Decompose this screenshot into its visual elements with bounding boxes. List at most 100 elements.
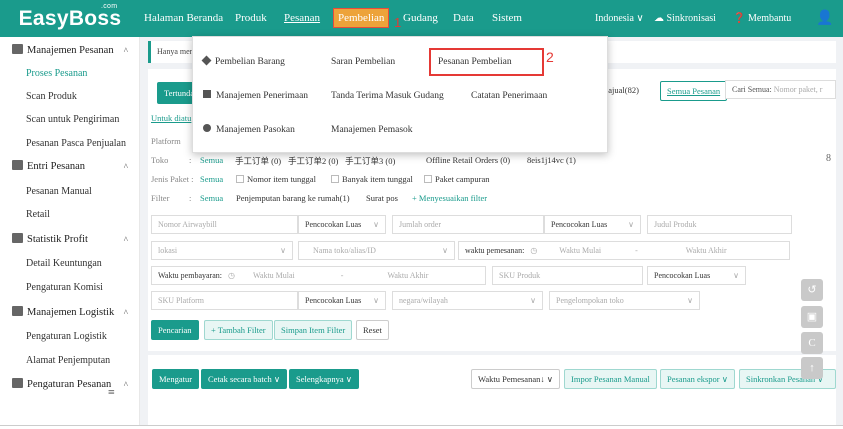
user-icon[interactable]: 👤 (816, 0, 833, 37)
search-input[interactable]: Nomor paket, r (774, 85, 823, 94)
sidebar-item-logistics-settings[interactable]: Pengaturan Logistik (0, 326, 140, 348)
sidebar-item-retail[interactable]: Retail (0, 204, 140, 226)
match-select-value: Pencocokan Luas (305, 296, 362, 305)
store-name-select[interactable]: Nama toko/alias/ID ∨ (298, 241, 455, 260)
search-button[interactable]: Pencarian (151, 320, 199, 340)
nav-product[interactable]: Produk (235, 0, 267, 37)
sidebar-item-commission[interactable]: Pengaturan Komisi (0, 277, 140, 299)
sku-platform-input[interactable]: SKU Platform (151, 291, 298, 310)
order-count-input[interactable]: Jumlah order (392, 215, 544, 234)
expand-icon[interactable]: 8 (826, 153, 831, 164)
end-time[interactable]: Waktu Akhir (686, 246, 727, 255)
store-group-select[interactable]: Pengelompokan toko ∨ (549, 291, 700, 310)
sidebar-group-label: Pengaturan Pesanan (27, 379, 112, 390)
store-option-2[interactable]: 手工订单2 (0) (288, 155, 338, 167)
country-select[interactable]: negara/wilayah ∨ (392, 291, 543, 310)
sidebar-item-pickup-address[interactable]: Alamat Penjemputan (0, 350, 140, 372)
match-select[interactable]: Pencocokan Luas ∨ (544, 215, 641, 234)
sidebar-group-order-entry[interactable]: Entri Pesanan ^ (0, 155, 140, 179)
store-option-1[interactable]: 手工订单 (0) (235, 155, 281, 167)
checkbox[interactable] (424, 175, 432, 183)
export-orders-button[interactable]: Pesanan ekspor ∨ (660, 369, 735, 389)
filter-postal[interactable]: Surat pos (366, 193, 398, 203)
menu-item-purchase-order[interactable]: Pesanan Pembelian (438, 52, 512, 72)
menu-item-receiving-records[interactable]: Catatan Penerimaan (471, 86, 547, 106)
filter-pickup[interactable]: Penjemputan barang ke rumah(1) (236, 193, 350, 203)
menu-item-receiving[interactable]: Manajemen Penerimaan (203, 86, 308, 106)
start-time[interactable]: Waktu Mulai (253, 271, 295, 280)
nav-warehouse[interactable]: Gudang (403, 0, 438, 37)
sku-product-input[interactable]: SKU Produk (492, 266, 643, 285)
order-time-range[interactable]: waktu pemesanan: ◷ Waktu Mulai - Waktu A… (458, 241, 790, 260)
easyboss-logo[interactable]: EasyBoss .com (0, 0, 140, 37)
nav-system[interactable]: Sistem (492, 0, 522, 37)
package-multi-item[interactable]: Banyak item tunggal (323, 174, 413, 184)
nav-data[interactable]: Data (453, 0, 474, 37)
sub-tab-link[interactable]: Untuk diatu (151, 113, 191, 123)
help-button[interactable]: ❓ Membantu (733, 0, 791, 37)
sync-button[interactable]: ☁ Sinkronisasi (654, 0, 716, 37)
sidebar-item-after-sales[interactable]: Pesanan Pasca Penjualan (0, 133, 140, 155)
menu-item-warehouse-receipt[interactable]: Tanda Terima Masuk Gudang (331, 86, 444, 106)
nav-home[interactable]: Halaman Beranda (144, 0, 223, 37)
save-filter-button[interactable]: Simpan Item Filter (274, 320, 353, 340)
package-mixed[interactable]: Paket campuran (416, 174, 490, 184)
nav-orders[interactable]: Pesanan (284, 0, 320, 37)
package-single-item[interactable]: Nomor item tunggal (228, 174, 316, 184)
chevron-down-icon: ∨ (687, 296, 693, 305)
menu-item-supplier[interactable]: Manajemen Pemasok (331, 120, 413, 140)
match-select[interactable]: Pencocokan Luas ∨ (647, 266, 746, 285)
product-title-input[interactable]: Judul Produk (647, 215, 792, 234)
menu-collapse-icon[interactable]: ≡ (108, 385, 120, 399)
batch-print-button[interactable]: Cetak secara batch ∨ (201, 369, 288, 389)
import-manual-order-button[interactable]: Impor Pesanan Manual (564, 369, 657, 389)
search-field[interactable]: Cari Semua: Nomor paket, r (725, 80, 836, 99)
back-to-top-icon[interactable]: ↑ (801, 357, 823, 379)
end-time[interactable]: Waktu Akhir (387, 271, 428, 280)
package-label: Jenis Paket : (151, 174, 194, 184)
settings-icon (12, 378, 23, 388)
customer-service-icon[interactable]: C (801, 332, 823, 354)
sidebar-group-profit-stats[interactable]: Statistik Profit ^ (0, 228, 140, 252)
nav-purchase[interactable]: Pembelian (333, 8, 390, 28)
store-all[interactable]: Semua (200, 155, 223, 165)
store-option-5[interactable]: 8eis1j14vc (1) (527, 155, 576, 165)
more-button[interactable]: Selengkapnya ∨ (289, 369, 360, 389)
menu-item-purchase-suggestion[interactable]: Saran Pembelian (331, 52, 395, 72)
location-select[interactable]: lokasi ∨ (151, 241, 293, 260)
sidebar-item-process-orders[interactable]: Proses Pesanan (0, 63, 140, 85)
sidebar-group-logistics[interactable]: Manajemen Logistik ^ (0, 301, 140, 325)
store-option-3[interactable]: 手工订单3 (0) (345, 155, 395, 167)
reset-button[interactable]: Reset (356, 320, 389, 340)
scan-icon[interactable]: ▣ (801, 306, 823, 328)
sidebar-item-profit-detail[interactable]: Detail Keuntungan (0, 253, 140, 275)
checkbox[interactable] (331, 175, 339, 183)
tab-unsold[interactable]: najual(82) (604, 85, 639, 95)
menu-item-supply[interactable]: Manajemen Pasokan (203, 120, 295, 140)
language-selector[interactable]: Indonesia ∨ (595, 0, 644, 37)
match-select-value: Pencocokan Luas (654, 271, 711, 280)
sidebar-group-order-management[interactable]: Manajemen Pesanan ^ (0, 39, 140, 63)
tab-all-orders[interactable]: Semua Pesanan (660, 81, 728, 101)
sidebar-item-manual-order[interactable]: Pesanan Manual (0, 181, 140, 203)
refresh-icon[interactable]: ↺ (801, 279, 823, 301)
sidebar-item-scan-shipping[interactable]: Scan untuk Pengiriman (0, 109, 140, 131)
checkbox[interactable] (236, 175, 244, 183)
sidebar-item-scan-product[interactable]: Scan Produk (0, 86, 140, 108)
chart-icon (12, 233, 23, 243)
location-placeholder: lokasi (158, 246, 178, 255)
filter-all[interactable]: Semua (200, 193, 223, 203)
match-select[interactable]: Pencocokan Luas ∨ (298, 215, 386, 234)
arrange-button[interactable]: Mengatur (152, 369, 200, 389)
menu-item-purchase-goods[interactable]: Pembelian Barang (201, 52, 285, 72)
payment-time-range[interactable]: Waktu pembayaran: ◷ Waktu Mulai - Waktu … (151, 266, 486, 285)
package-all[interactable]: Semua (200, 174, 223, 184)
chevron-up-icon: ^ (123, 380, 128, 390)
match-select[interactable]: Pencocokan Luas ∨ (298, 291, 386, 310)
custom-filter-link[interactable]: + Menyesuaikan filter (412, 193, 487, 203)
store-option-4[interactable]: Offline Retail Orders (0) (426, 155, 510, 165)
add-filter-button[interactable]: + Tambah Filter (204, 320, 273, 340)
airwaybill-input[interactable]: Nomor Airwaybill (151, 215, 298, 234)
sort-order-time-select[interactable]: Waktu Pemesanan↓ ∨ (471, 369, 560, 389)
start-time[interactable]: Waktu Mulai (559, 246, 601, 255)
